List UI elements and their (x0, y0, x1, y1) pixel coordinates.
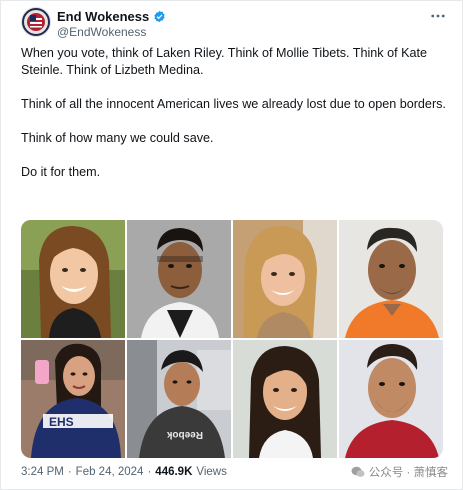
tweet-paragraph: Do it for them. (21, 165, 101, 179)
watermark-text: 公众号 · 萧慎客 (368, 467, 448, 479)
tweet-paragraph: Think of how many we could save. (21, 131, 214, 145)
portrait-image: EHS (21, 340, 125, 458)
tweet-text: When you vote, think of Laken Riley. Thi… (21, 45, 446, 198)
wechat-icon (351, 466, 365, 477)
photo-older-man-mugshot[interactable] (339, 220, 443, 338)
views-count: 446.9K (155, 466, 193, 478)
views-label: Views (196, 466, 227, 478)
display-name[interactable]: End Wokeness (57, 9, 149, 24)
tweet-time[interactable]: 3:24 PM (21, 466, 64, 478)
photo-smiling-woman[interactable] (21, 220, 125, 338)
tweet-footer: 3:24 PM · Feb 24, 2024 · 446.9K Views (21, 466, 227, 478)
photo-young-woman-dark-hair[interactable] (233, 340, 337, 458)
portrait-image (339, 340, 443, 458)
tweet-card: End Wokeness @EndWokeness When you vote,… (0, 0, 463, 490)
tweet-paragraph: When you vote, think of Laken Riley. Thi… (21, 46, 428, 77)
portrait-image (127, 220, 231, 338)
separator: · (67, 466, 72, 478)
photo-girl-selfie-ehs[interactable]: EHS (21, 340, 125, 458)
more-options-button[interactable] (430, 9, 446, 23)
tweet-paragraph: Think of all the innocent American lives… (21, 97, 446, 111)
avatar[interactable] (21, 7, 51, 37)
handle[interactable]: @EndWokeness (57, 25, 146, 39)
tweet-date[interactable]: Feb 24, 2024 (76, 466, 144, 478)
portrait-image: Reebok (127, 340, 231, 458)
tweet-header: End Wokeness @EndWokeness (21, 7, 446, 43)
avatar-logo-icon (21, 7, 51, 37)
shirt-lettering: Reebok (166, 429, 203, 440)
separator: · (147, 466, 152, 478)
photo-boy-hoodie[interactable]: Reebok (127, 340, 231, 458)
photo-young-man-mugshot[interactable] (127, 220, 231, 338)
photo-man-mugshot-red-shirt[interactable] (339, 340, 443, 458)
watermark: 公众号 · 萧慎客 (351, 464, 448, 480)
portrait-image (21, 220, 125, 338)
media-grid[interactable]: EHS Reebok (21, 220, 443, 458)
portrait-image (233, 220, 337, 338)
portrait-image (233, 340, 337, 458)
jacket-lettering: EHS (49, 415, 74, 429)
ellipsis-icon (431, 14, 445, 18)
portrait-image (339, 220, 443, 338)
photo-blonde-woman[interactable] (233, 220, 337, 338)
verified-badge-icon (154, 10, 165, 23)
